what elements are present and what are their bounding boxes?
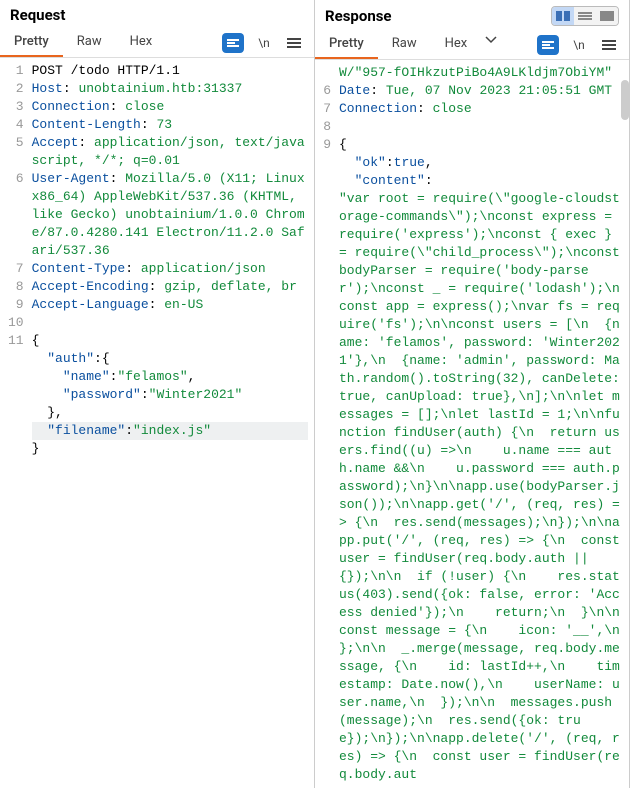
request-tabs-row: Pretty Raw Hex \n <box>0 28 314 58</box>
response-panel: Response Pretty Raw Hex <box>315 0 630 788</box>
request-tabs: Pretty Raw Hex <box>0 28 166 57</box>
beautify-icon[interactable] <box>222 33 244 53</box>
response-tabs: Pretty Raw Hex <box>315 30 501 59</box>
request-header: Request <box>0 0 314 28</box>
tab-pretty[interactable]: Pretty <box>315 30 378 59</box>
view-toggle <box>551 6 619 26</box>
menu-icon[interactable] <box>284 33 304 53</box>
tab-pretty[interactable]: Pretty <box>0 28 63 57</box>
tab-hex[interactable]: Hex <box>431 30 482 59</box>
view-render-icon[interactable] <box>596 7 618 25</box>
response-tabs-row: Pretty Raw Hex \n <box>315 30 629 60</box>
request-title: Request <box>10 6 65 24</box>
tab-raw[interactable]: Raw <box>63 28 116 57</box>
scrollbar-thumb[interactable] <box>621 80 629 120</box>
request-gutter: 1234567891011 <box>0 58 30 788</box>
chevron-down-icon[interactable] <box>481 30 501 50</box>
response-header: Response <box>315 0 629 30</box>
newline-icon[interactable]: \n <box>569 35 589 55</box>
response-title: Response <box>325 7 392 25</box>
request-code-body[interactable]: POST /todo HTTP/1.1Host: unobtainium.htb… <box>30 58 314 788</box>
response-code[interactable]: 6789 W/"957-fOIHkzutPiBo4A9LKldjm7ObiYM"… <box>315 60 629 788</box>
newline-icon[interactable]: \n <box>254 33 274 53</box>
tab-hex[interactable]: Hex <box>116 28 167 57</box>
view-split-icon[interactable] <box>552 7 574 25</box>
response-view-toolbar <box>551 6 619 26</box>
response-code-body[interactable]: W/"957-fOIHkzutPiBo4A9LKldjm7ObiYM"Date:… <box>337 60 629 788</box>
menu-icon[interactable] <box>599 35 619 55</box>
view-single-icon[interactable] <box>574 7 596 25</box>
beautify-icon[interactable] <box>537 35 559 55</box>
tab-raw[interactable]: Raw <box>378 30 431 59</box>
request-tab-tools: \n <box>222 33 308 53</box>
request-code[interactable]: 1234567891011 POST /todo HTTP/1.1Host: u… <box>0 58 314 788</box>
request-panel: Request Pretty Raw Hex \n 1234567891011 … <box>0 0 315 788</box>
response-tab-tools: \n <box>537 35 623 55</box>
response-gutter: 6789 <box>315 60 337 788</box>
